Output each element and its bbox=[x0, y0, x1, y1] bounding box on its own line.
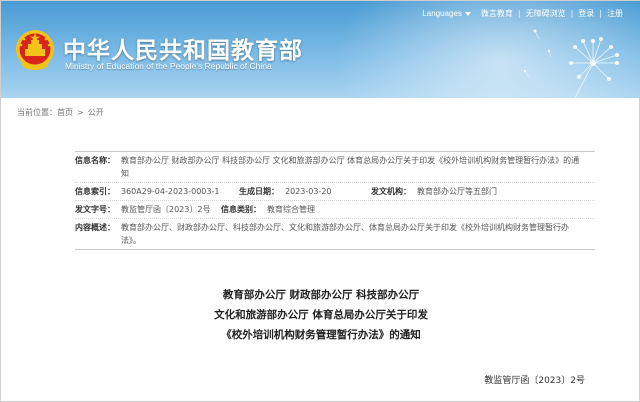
breadcrumb-label: 当前位置： bbox=[17, 108, 57, 117]
languages-label: Languages bbox=[422, 9, 462, 18]
info-index-label: 信息索引： bbox=[75, 187, 115, 196]
info-docno-cell: 发文字号： 教监管厅函〔2023〕2号 bbox=[75, 203, 221, 216]
dandelion-decoration-icon bbox=[523, 29, 619, 98]
breadcrumb-separator: > bbox=[77, 108, 84, 117]
info-index-value: 360A29-04-2023-0003-1 bbox=[121, 187, 220, 196]
info-summary-label: 内容概述： bbox=[75, 223, 115, 232]
info-issuer-label: 发文机构： bbox=[371, 187, 411, 196]
info-row-docno: 发文字号： 教监管厅函〔2023〕2号 信息类别： 教育综合管理 bbox=[75, 201, 595, 219]
chevron-down-icon bbox=[464, 11, 471, 16]
login-link[interactable]: 登录 bbox=[578, 8, 594, 19]
info-row-index: 信息索引： 360A29-04-2023-0003-1 生成日期： 2023-0… bbox=[75, 183, 595, 201]
site-title[interactable]: 中华人民共和国教育部 bbox=[63, 31, 303, 65]
top-navigation: Languages 微言教育 | 无障碍浏览 | 登录 | 注册 bbox=[422, 8, 623, 19]
breadcrumb-current-link[interactable]: 公开 bbox=[88, 107, 104, 118]
document-title-line-1: 教育部办公厅 财政部办公厅 科技部办公厅 bbox=[222, 289, 420, 301]
nav-separator: | bbox=[517, 9, 521, 18]
info-row-summary: 内容概述： 教育部办公厅、财政部办公厅、科技部办公厅、文化和旅游部办公厅、体育总… bbox=[75, 219, 595, 249]
national-emblem-icon bbox=[16, 30, 54, 70]
nav-separator: | bbox=[599, 9, 602, 18]
register-link[interactable]: 注册 bbox=[607, 8, 623, 19]
site-subtitle: Ministry of Education of the People's Re… bbox=[65, 61, 272, 71]
info-issuer-value: 教育部办公厅等五部门 bbox=[417, 187, 497, 196]
weibo-link[interactable]: 微言教育 bbox=[481, 8, 513, 19]
info-docno-label: 发文字号： bbox=[75, 205, 115, 214]
site-header: 中华人民共和国教育部 Ministry of Education of the … bbox=[1, 1, 640, 98]
languages-dropdown[interactable]: Languages bbox=[422, 9, 471, 18]
document-title-line-3: 《校外培训机构财务管理暂行办法》的通知 bbox=[221, 329, 421, 341]
info-summary-value: 教育部办公厅、财政部办公厅、科技部办公厅、文化和旅游部办公厅、体育总局办公厅关于… bbox=[121, 223, 569, 245]
info-index-cell: 信息索引： 360A29-04-2023-0003-1 bbox=[75, 185, 239, 198]
info-date-cell: 生成日期： 2023-03-20 bbox=[239, 185, 371, 198]
info-name-label: 信息名称： bbox=[75, 156, 115, 165]
nav-separator: | bbox=[570, 9, 574, 18]
breadcrumb: 当前位置： 首页 > 公开 bbox=[17, 107, 104, 118]
info-issuer-cell: 发文机构： 教育部办公厅等五部门 bbox=[371, 185, 595, 198]
info-category-label: 信息类别： bbox=[221, 205, 261, 214]
document-number: 教监管厅函〔2023〕2号 bbox=[484, 376, 585, 386]
info-name-value: 教育部办公厅 财政部办公厅 科技部办公厅 文化和旅游部办公厅 体育总局办公厅关于… bbox=[121, 156, 580, 178]
document-title: 教育部办公厅 财政部办公厅 科技部办公厅 文化和旅游部办公厅 体育总局办公厅关于… bbox=[1, 285, 640, 345]
info-date-label: 生成日期： bbox=[239, 187, 279, 196]
document-title-line-2: 文化和旅游部办公厅 体育总局办公厅关于印发 bbox=[214, 309, 428, 321]
info-category-cell: 信息类别： 教育综合管理 bbox=[221, 203, 421, 216]
accessibility-link[interactable]: 无障碍浏览 bbox=[526, 8, 566, 19]
info-docno-value: 教监管厅函〔2023〕2号 bbox=[121, 205, 211, 214]
breadcrumb-home-link[interactable]: 首页 bbox=[57, 107, 73, 118]
info-date-value: 2023-03-20 bbox=[285, 187, 332, 196]
info-category-value: 教育综合管理 bbox=[267, 205, 315, 214]
info-row-name: 信息名称： 教育部办公厅 财政部办公厅 科技部办公厅 文化和旅游部办公厅 体育总… bbox=[75, 152, 595, 183]
info-table: 信息名称： 教育部办公厅 财政部办公厅 科技部办公厅 文化和旅游部办公厅 体育总… bbox=[75, 151, 595, 250]
